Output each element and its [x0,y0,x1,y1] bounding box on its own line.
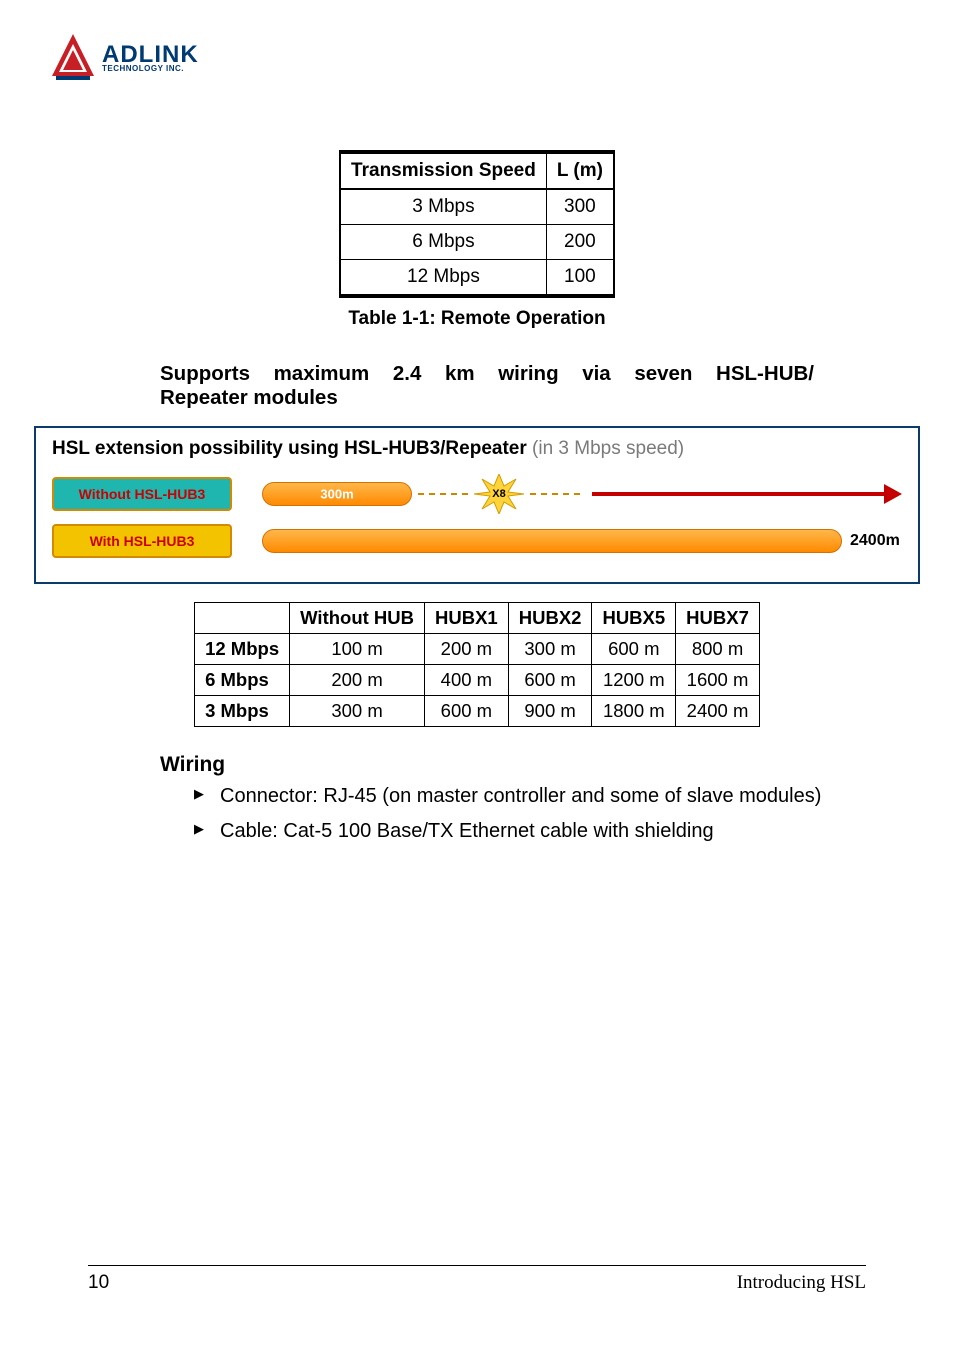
t2-cell: 1200 m [592,665,676,696]
t2-rowhead: 12 Mbps [195,634,290,665]
logo-brand-text: ADLINK [102,44,199,66]
without-hub-label: Without HSL-HUB3 [52,477,232,511]
t2-cell: 2400 m [676,696,760,727]
diagram-title-grey: (in 3 Mbps speed) [527,438,684,459]
t2-cell: 900 m [508,696,592,727]
table1-caption: Table 1-1: Remote Operation [0,308,954,330]
t2-cell: 400 m [425,665,509,696]
heading-line: Supports maximum 2.4 km wiring via seven… [160,362,814,386]
t2-cell: 300 m [508,634,592,665]
t2-cell: 600 m [592,634,676,665]
t2-header: HUBX5 [592,603,676,634]
distance-bar-with [262,529,842,553]
t2-cell: 600 m [425,696,509,727]
t1-cell: 300 [546,189,614,225]
t2-cell: 1600 m [676,665,760,696]
t2-header [195,603,290,634]
t2-cell: 300 m [290,696,425,727]
t2-header: HUBX7 [676,603,760,634]
multiplier-label: X8 [492,488,505,500]
with-hub-label: With HSL-HUB3 [52,524,232,558]
transmission-speed-table: Transmission Speed L (m) 3 Mbps 300 6 Mb… [339,150,615,298]
t2-cell: 600 m [508,665,592,696]
t2-header: Without HUB [290,603,425,634]
diagram-title: HSL extension possibility using HSL-HUB3… [52,438,902,460]
logo-mark-icon [50,32,96,84]
t1-cell: 6 Mbps [340,225,546,260]
footer-section-title: Introducing HSL [737,1272,866,1294]
hub-distance-table: Without HUB HUBX1 HUBX2 HUBX5 HUBX7 12 M… [194,602,760,727]
distance-value: 300m [320,487,353,502]
diagram-title-bold: HSL extension possibility using HSL-HUB3… [52,438,527,459]
t2-rowhead: 6 Mbps [195,665,290,696]
t1-cell: 200 [546,225,614,260]
arrow-icon [586,484,902,504]
t1-cell: 12 Mbps [340,260,546,297]
t2-cell: 100 m [290,634,425,665]
page-number: 10 [88,1272,109,1294]
multiplier-burst-icon: X8 [474,474,524,514]
t2-cell: 800 m [676,634,760,665]
dashed-gap-icon [530,493,580,495]
t1-cell: 100 [546,260,614,297]
t2-header: HUBX2 [508,603,592,634]
t2-cell: 200 m [425,634,509,665]
t2-header: HUBX1 [425,603,509,634]
page-footer: 10 Introducing HSL [88,1265,866,1294]
heading-line: Repeater modules [160,386,814,410]
t1-header-length: L (m) [546,152,614,189]
distance-value-long: 2400m [850,532,900,550]
wiring-list: Connector: RJ-45 (on master controller a… [194,783,834,845]
wiring-list-item: Connector: RJ-45 (on master controller a… [194,783,834,810]
subsection-heading: Supports maximum 2.4 km wiring via seven… [160,362,814,410]
brand-logo: ADLINK TECHNOLOGY INC. [50,32,199,84]
t2-cell: 1800 m [592,696,676,727]
t1-cell: 3 Mbps [340,189,546,225]
distance-bar-without: 300m [262,482,412,506]
wiring-list-item: Cable: Cat-5 100 Base/TX Ethernet cable … [194,818,834,845]
dashed-gap-icon [418,493,468,495]
t2-cell: 200 m [290,665,425,696]
t2-rowhead: 3 Mbps [195,696,290,727]
wiring-heading: Wiring [160,753,954,777]
t1-header-speed: Transmission Speed [340,152,546,189]
extension-diagram: HSL extension possibility using HSL-HUB3… [34,426,920,584]
